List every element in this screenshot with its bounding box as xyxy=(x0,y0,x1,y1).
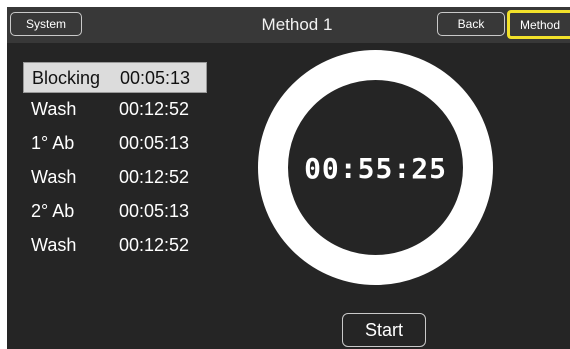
step-name: Wash xyxy=(31,99,77,119)
step-time: 00:05:13 xyxy=(119,133,190,153)
step-name: 2° Ab xyxy=(31,201,75,221)
step-row-primary-ab[interactable]: 1° Ab 00:05:13 xyxy=(23,127,213,161)
step-time: 00:12:52 xyxy=(119,99,190,119)
top-bar: System Method 1 Back Method xyxy=(7,7,570,43)
page-title: Method 1 xyxy=(261,15,333,34)
step-name: Wash xyxy=(31,235,77,255)
method-button[interactable]: Method xyxy=(507,10,570,39)
step-name: 1° Ab xyxy=(31,133,75,153)
step-time: 00:05:13 xyxy=(119,201,190,221)
step-row-blocking[interactable]: Blocking 00:05:13 xyxy=(23,62,207,93)
instrument-screen: System Method 1 Back Method Blocking 00:… xyxy=(7,7,570,349)
start-button[interactable]: Start xyxy=(342,313,426,347)
back-button[interactable]: Back xyxy=(437,12,505,36)
step-row-wash[interactable]: Wash 00:12:52 xyxy=(23,229,213,263)
step-time: 00:05:13 xyxy=(120,68,191,88)
step-name: Blocking xyxy=(32,68,101,88)
step-list: Blocking 00:05:13 Wash 00:12:52 1° Ab 00… xyxy=(23,62,213,263)
system-button[interactable]: System xyxy=(10,12,82,36)
step-row-secondary-ab[interactable]: 2° Ab 00:05:13 xyxy=(23,195,213,229)
step-time: 00:12:52 xyxy=(119,167,190,187)
step-name: Wash xyxy=(31,167,77,187)
step-row-wash[interactable]: Wash 00:12:52 xyxy=(23,93,213,127)
step-row-wash[interactable]: Wash 00:12:52 xyxy=(23,161,213,195)
step-time: 00:12:52 xyxy=(119,235,190,255)
timer-display: 00:55:25 xyxy=(304,152,447,185)
